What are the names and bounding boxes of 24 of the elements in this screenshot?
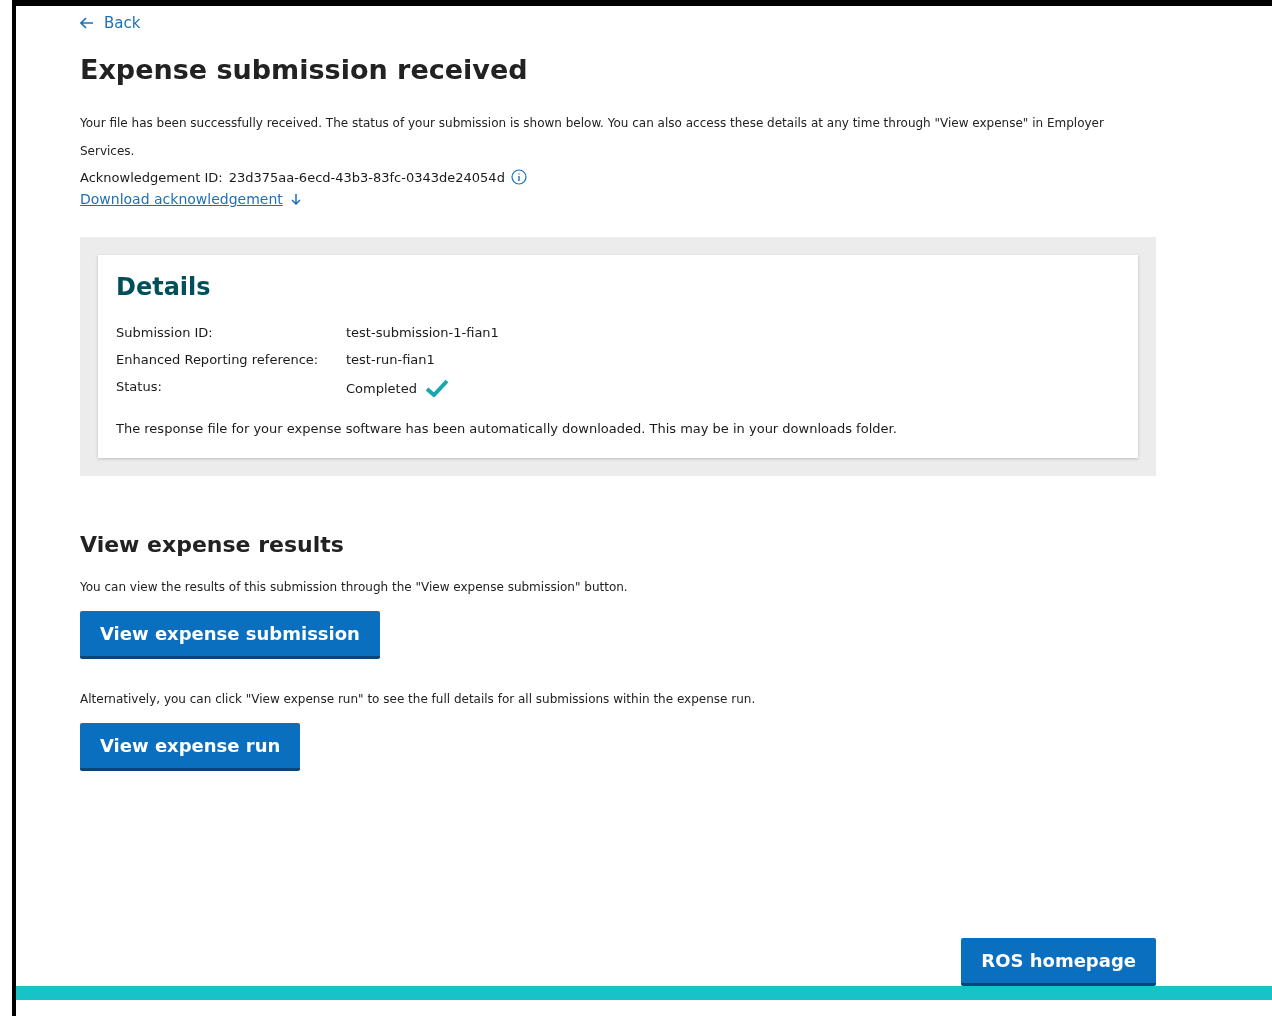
results-heading: View expense results bbox=[80, 532, 345, 557]
home-button[interactable]: ROS homepage bbox=[961, 938, 1156, 986]
detail-value: test-run-fian1 bbox=[346, 352, 436, 367]
intro-text: Your file has been successfully received. The status of your submission is shown below. You can also access these details at any time through "View expense" in Employer Services. bbox=[80, 115, 1105, 160]
info-icon[interactable] bbox=[510, 169, 527, 185]
down-arrow-icon bbox=[290, 193, 301, 205]
view-expense-button[interactable]: View expense run bbox=[80, 723, 301, 771]
download-link[interactable]: Download acknowledgement bbox=[80, 191, 301, 207]
detail-label: Submission ID: bbox=[116, 325, 214, 340]
detail-value: test-submission-1-fian1 bbox=[346, 325, 500, 340]
acknowledgement-id: 23d375aa-6ecd-43b3-83fc-0343de24054d bbox=[228, 169, 505, 185]
detail-label: Status: bbox=[116, 379, 163, 396]
download-note: The response file for your expense software has been automatically downloaded. This may be in your downloads folder. bbox=[116, 421, 898, 436]
back-link[interactable]: Back bbox=[80, 14, 141, 32]
left-arrow-icon bbox=[80, 17, 94, 29]
view-expense-button[interactable]: View expense submission bbox=[80, 611, 380, 659]
results-text: Alternatively, you can click "View expense run" to see the full details for all submissions within the expense run. bbox=[80, 691, 757, 708]
status-value: Completed bbox=[346, 380, 417, 396]
details-heading: Details bbox=[116, 273, 212, 301]
detail-label: Enhanced Reporting reference: bbox=[116, 352, 320, 367]
check-icon bbox=[424, 379, 449, 397]
results-text: You can view the results of this submission through the "View expense submission" button. bbox=[80, 579, 629, 596]
page-title: Expense submission received bbox=[80, 54, 529, 85]
acknowledgement-label: Acknowledgement ID: bbox=[80, 169, 223, 185]
